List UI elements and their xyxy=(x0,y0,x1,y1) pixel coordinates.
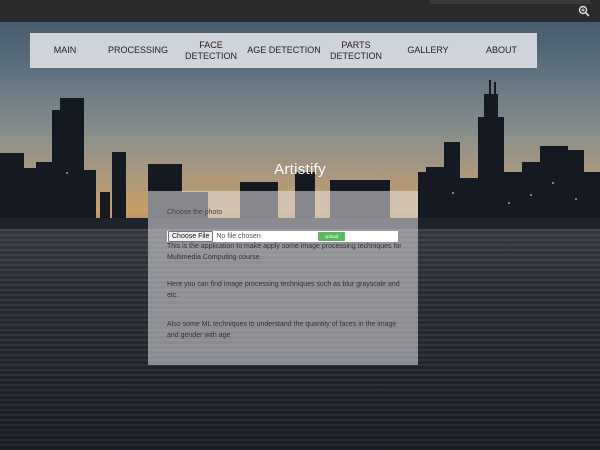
nav-processing[interactable]: PROCESSING xyxy=(100,33,176,68)
nav-processing-label: PROCESSING xyxy=(107,45,168,55)
nav-parts-detection-label-line1: PARTS xyxy=(341,39,371,50)
nav-parts-detection[interactable]: PARTS DETECTION xyxy=(322,33,390,68)
ml-paragraph: Also some ML techniques to understand th… xyxy=(167,321,397,339)
nav-face-detection-label: FACE DETECTION xyxy=(184,39,237,61)
nav-age-detection[interactable]: AGE DETECTION xyxy=(246,33,322,68)
browser-top-bar xyxy=(0,0,600,23)
choose-photo-label: Choose the photo xyxy=(167,209,223,216)
intro-paragraph: This is the application to make apply so… xyxy=(167,243,402,261)
nav-about-label: ABOUT xyxy=(485,45,517,55)
file-status-text: No file chosen xyxy=(216,233,261,240)
nav-main[interactable]: MAIN xyxy=(30,33,100,68)
tab-strip xyxy=(430,0,590,4)
zoom-icon[interactable] xyxy=(578,5,590,17)
content-panel: Choose the photo Choose File No file cho… xyxy=(148,191,418,365)
nav-gallery[interactable]: GALLERY xyxy=(390,33,466,68)
nav-gallery-label: GALLERY xyxy=(407,45,449,55)
main-navigation: MAIN PROCESSING FACE DETECTION AGE DETEC… xyxy=(30,33,537,68)
upload-button[interactable]: upload xyxy=(318,232,345,241)
techniques-paragraph: Here you can find image processing techn… xyxy=(167,281,400,299)
nav-age-detection-label: AGE DETECTION xyxy=(247,45,321,55)
nav-about[interactable]: ABOUT xyxy=(466,33,537,68)
nav-parts-detection-label-line2: DETECTION xyxy=(329,50,382,61)
nav-face-detection[interactable]: FACE DETECTION xyxy=(176,33,246,68)
nav-main-label: MAIN xyxy=(53,45,77,55)
page-title: Artistify xyxy=(274,161,326,178)
